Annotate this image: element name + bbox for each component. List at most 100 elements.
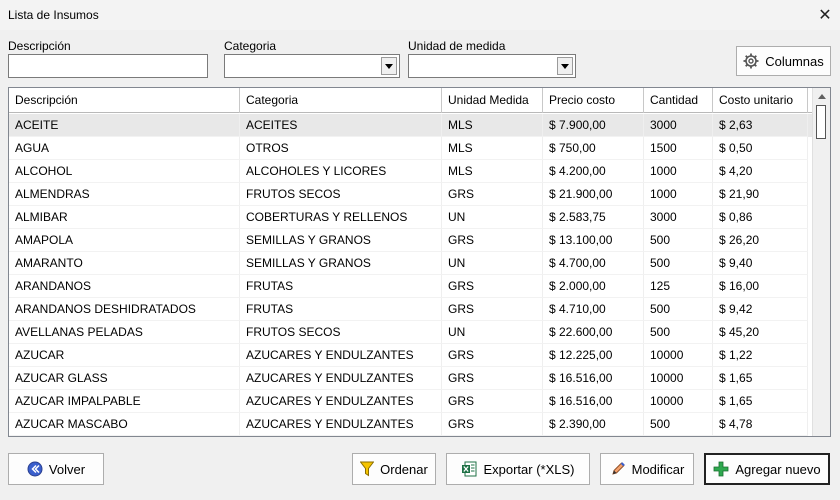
table-row[interactable]: ALMIBAR COBERTURAS Y RELLENOS UN $ 2.583,75… bbox=[9, 206, 812, 229]
table-row[interactable]: AVELLANAS PELADAS FRUTOS SECOS UN $ 22.600,… bbox=[9, 321, 812, 344]
table-cell: ALCOHOLES Y LICORES bbox=[240, 160, 442, 183]
table-cell: GRS bbox=[442, 275, 543, 298]
ordenar-label: Ordenar bbox=[380, 461, 428, 477]
header-unidad-medida[interactable]: Unidad Medida bbox=[442, 88, 543, 113]
table-cell: $ 2,63 bbox=[713, 114, 808, 137]
table-cell: 10000 bbox=[644, 344, 713, 367]
table-row[interactable]: AMARANTO SEMILLAS Y GRANOS UN $ 4.700,00 500… bbox=[9, 252, 812, 275]
header-cantidad[interactable]: Cantidad bbox=[644, 88, 713, 113]
table-cell: FRUTOS SECOS bbox=[240, 321, 442, 344]
modificar-button[interactable]: Modificar bbox=[600, 453, 694, 485]
table-cell: 10000 bbox=[644, 367, 713, 390]
table-cell: SEMILLAS Y GRANOS bbox=[240, 229, 442, 252]
table-row[interactable]: ALMENDRAS FRUTOS SECOS GRS $ 21.900,00 1000 $… bbox=[9, 183, 812, 206]
exportar-label: Exportar (*XLS) bbox=[483, 461, 575, 477]
table-cell: 500 bbox=[644, 229, 713, 252]
table-cell: 1500 bbox=[644, 137, 713, 160]
chevron-down-icon bbox=[561, 63, 569, 69]
table-header: Descripción Categoria Unidad Medida Prec… bbox=[9, 88, 812, 113]
table-row[interactable]: AZUCAR IMPALPABLE AZUCARES Y ENDULZANTES G… bbox=[9, 390, 812, 413]
table-cell: $ 750,00 bbox=[543, 137, 644, 160]
chevron-down-icon bbox=[385, 63, 393, 69]
vertical-scrollbar[interactable] bbox=[812, 88, 830, 436]
table-cell: GRS bbox=[442, 183, 543, 206]
header-categoria[interactable]: Categoria bbox=[240, 88, 442, 113]
table-cell: MLS bbox=[442, 114, 543, 137]
close-button[interactable]: ✕ bbox=[810, 0, 840, 30]
table-cell: $ 21,90 bbox=[713, 183, 808, 206]
table-cell: ALCOHOL bbox=[9, 160, 240, 183]
table-row[interactable]: AZUCAR GLASS AZUCARES Y ENDULZANTES GRS $ 1… bbox=[9, 367, 812, 390]
table-cell: 1000 bbox=[644, 183, 713, 206]
descripcion-input[interactable] bbox=[9, 55, 207, 77]
volver-button[interactable]: Volver bbox=[8, 453, 104, 485]
categoria-select[interactable] bbox=[224, 54, 400, 78]
exportar-button[interactable]: Exportar (*XLS) bbox=[446, 453, 590, 485]
excel-icon bbox=[461, 461, 477, 477]
table-cell: ALMIBAR bbox=[9, 206, 240, 229]
table-cell: $ 7.900,00 bbox=[543, 114, 644, 137]
table-row[interactable]: ACEITE ACEITES MLS $ 7.900,00 3000 $ 2,63 bbox=[9, 114, 812, 137]
unidad-dropdown-button[interactable] bbox=[557, 57, 573, 75]
chevron-up-icon bbox=[817, 94, 826, 99]
table-cell: ALMENDRAS bbox=[9, 183, 240, 206]
table-row[interactable]: ALCOHOL ALCOHOLES Y LICORES MLS $ 4.200,00 1… bbox=[9, 160, 812, 183]
descripcion-field[interactable] bbox=[8, 54, 208, 78]
ordenar-button[interactable]: Ordenar bbox=[352, 453, 436, 485]
table-row[interactable]: AMAPOLA SEMILLAS Y GRANOS GRS $ 13.100,00 50… bbox=[9, 229, 812, 252]
scroll-thumb[interactable] bbox=[816, 105, 826, 139]
table-cell: GRS bbox=[442, 229, 543, 252]
table-cell: $ 0,86 bbox=[713, 206, 808, 229]
title-bar: Lista de Insumos ✕ bbox=[0, 0, 840, 30]
table-cell: GRS bbox=[442, 344, 543, 367]
scroll-up-button[interactable] bbox=[813, 88, 830, 105]
header-precio-costo[interactable]: Precio costo bbox=[543, 88, 644, 113]
volver-label: Volver bbox=[48, 461, 86, 477]
table-cell: AZUCARES Y ENDULZANTES bbox=[240, 367, 442, 390]
table-cell: $ 2.000,00 bbox=[543, 275, 644, 298]
table-row[interactable]: AZUCAR AZUCARES Y ENDULZANTES GRS $ 12.225,… bbox=[9, 344, 812, 367]
table-cell: AZUCAR GLASS bbox=[9, 367, 240, 390]
table-cell: $ 1,65 bbox=[713, 367, 808, 390]
table-cell: UN bbox=[442, 252, 543, 275]
table-cell: AZUCARES Y ENDULZANTES bbox=[240, 413, 442, 436]
table-row[interactable]: ARANDANOS FRUTAS GRS $ 2.000,00 125 $ 16,00 bbox=[9, 275, 812, 298]
table-cell: GRS bbox=[442, 413, 543, 436]
header-descripcion[interactable]: Descripción bbox=[9, 88, 240, 113]
table-cell: GRS bbox=[442, 298, 543, 321]
table-cell: $ 9,42 bbox=[713, 298, 808, 321]
table-cell: $ 2.583,75 bbox=[543, 206, 644, 229]
table-cell: $ 26,20 bbox=[713, 229, 808, 252]
columnas-button[interactable]: Columnas bbox=[736, 46, 831, 76]
pencil-icon bbox=[610, 461, 626, 477]
agregar-nuevo-label: Agregar nuevo bbox=[735, 461, 821, 477]
table-cell: 125 bbox=[644, 275, 713, 298]
unidad-label: Unidad de medida bbox=[408, 39, 506, 53]
table-row[interactable]: AZUCAR MASCABO AZUCARES Y ENDULZANTES GRS $… bbox=[9, 413, 812, 436]
table-row[interactable]: AGUA OTROS MLS $ 750,00 1500 $ 0,50 bbox=[9, 137, 812, 160]
unidad-select[interactable] bbox=[408, 54, 576, 78]
table-cell: $ 4.200,00 bbox=[543, 160, 644, 183]
table-cell: AGUA bbox=[9, 137, 240, 160]
table-cell: $ 21.900,00 bbox=[543, 183, 644, 206]
table-row[interactable]: ARANDANOS DESHIDRATADOS FRUTAS GRS $ 4.710,… bbox=[9, 298, 812, 321]
filter-icon bbox=[360, 461, 375, 477]
table-cell: $ 13.100,00 bbox=[543, 229, 644, 252]
header-costo-unitario[interactable]: Costo unitario bbox=[713, 88, 808, 113]
table-cell: FRUTAS bbox=[240, 275, 442, 298]
gear-icon bbox=[743, 53, 759, 69]
table-cell: ACEITE bbox=[9, 114, 240, 137]
categoria-dropdown-button[interactable] bbox=[381, 57, 397, 75]
table-cell: FRUTOS SECOS bbox=[240, 183, 442, 206]
insumos-table[interactable]: Descripción Categoria Unidad Medida Prec… bbox=[8, 87, 831, 437]
table-cell: 3000 bbox=[644, 114, 713, 137]
table-body: ACEITE ACEITES MLS $ 7.900,00 3000 $ 2,63 AGUA… bbox=[9, 114, 812, 436]
table-cell: $ 22.600,00 bbox=[543, 321, 644, 344]
table-cell: $ 16.516,00 bbox=[543, 390, 644, 413]
table-cell: 500 bbox=[644, 321, 713, 344]
agregar-nuevo-button[interactable]: Agregar nuevo bbox=[704, 453, 830, 485]
table-cell: 500 bbox=[644, 252, 713, 275]
table-cell: UN bbox=[442, 206, 543, 229]
table-cell: OTROS bbox=[240, 137, 442, 160]
table-cell: $ 4.700,00 bbox=[543, 252, 644, 275]
